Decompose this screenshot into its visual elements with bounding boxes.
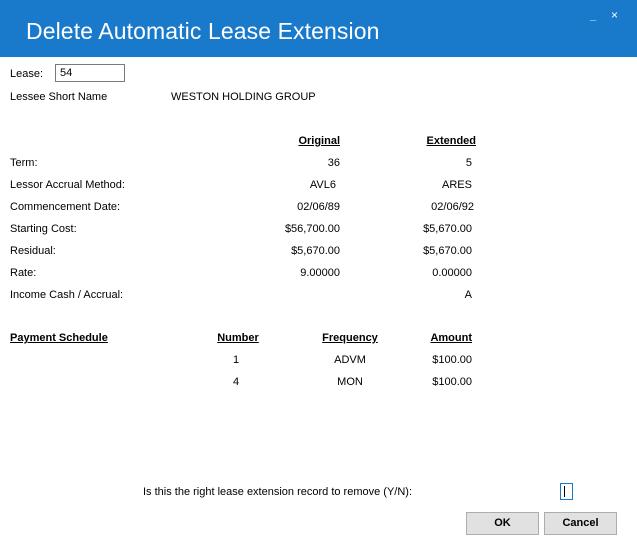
schedule-row-amount: $100.00 — [432, 354, 472, 366]
confirm-yn-input[interactable] — [560, 483, 573, 500]
confirm-prompt: Is this the right lease extension record… — [143, 486, 413, 498]
rate-label: Rate: — [10, 267, 37, 279]
schedule-row-amount: $100.00 — [432, 376, 472, 388]
original-header: Original — [298, 135, 340, 147]
residual-extended: $5,670.00 — [423, 245, 472, 257]
residual-label: Residual: — [10, 245, 56, 257]
lease-label: Lease: — [10, 68, 44, 80]
amount-header: Amount — [430, 332, 472, 344]
number-header: Number — [217, 332, 259, 344]
extended-header: Extended — [426, 135, 476, 147]
cancel-button[interactable]: Cancel — [544, 512, 617, 535]
lessee-label: Lessee Short Name — [10, 91, 108, 103]
commencement-date-original: 02/06/89 — [297, 201, 340, 213]
commencement-date-label: Commencement Date: — [10, 201, 121, 213]
lease-input[interactable]: 54 — [55, 64, 125, 82]
close-button[interactable]: × — [611, 9, 618, 21]
frequency-header: Frequency — [322, 332, 378, 344]
accrual-method-original: AVL6 — [309, 179, 336, 191]
window-title: Delete Automatic Lease Extension — [26, 18, 380, 44]
lessee-value: WESTON HOLDING GROUP — [171, 91, 316, 103]
term-extended: 5 — [465, 157, 472, 169]
schedule-row-number: 4 — [232, 376, 240, 388]
text-caret — [564, 486, 565, 497]
rate-original: 9.00000 — [300, 267, 340, 279]
term-original: 36 — [327, 157, 340, 169]
term-label: Term: — [10, 157, 38, 169]
minimize-button[interactable]: _ — [590, 11, 596, 22]
starting-cost-label: Starting Cost: — [10, 223, 77, 235]
starting-cost-extended: $5,670.00 — [423, 223, 472, 235]
ok-button[interactable]: OK — [466, 512, 539, 535]
income-cash-accrual-extended: A — [464, 289, 472, 301]
schedule-row-number: 1 — [232, 354, 240, 366]
residual-original: $5,670.00 — [291, 245, 340, 257]
accrual-method-extended: ARES — [442, 179, 472, 191]
commencement-date-extended: 02/06/92 — [431, 201, 474, 213]
title-bar: Delete Automatic Lease Extension _ × — [0, 0, 637, 57]
starting-cost-original: $56,700.00 — [284, 223, 340, 235]
schedule-row-frequency: MON — [337, 376, 363, 388]
accrual-method-label: Lessor Accrual Method: — [10, 179, 125, 191]
payment-schedule-title: Payment Schedule — [10, 332, 108, 344]
rate-extended: 0.00000 — [432, 267, 472, 279]
schedule-row-frequency: ADVM — [334, 354, 366, 366]
income-cash-accrual-label: Income Cash / Accrual: — [10, 289, 124, 301]
